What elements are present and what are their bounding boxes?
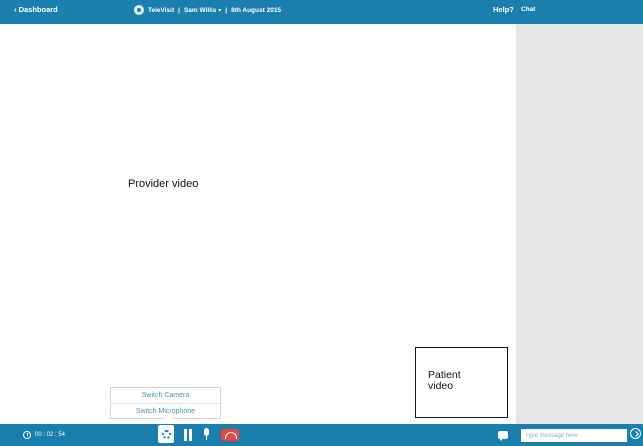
call-timer: 00 : 02 : 54 bbox=[23, 431, 65, 439]
microphone-icon bbox=[203, 428, 209, 436]
chat-input-bar bbox=[516, 424, 643, 446]
top-bar: ‹ Dashboard TeleVisit | Sam Willis ▾ | 8… bbox=[0, 0, 516, 24]
session-info: TeleVisit | Sam Willis ▾ | 8th August 20… bbox=[134, 5, 281, 15]
menu-pointer bbox=[163, 418, 173, 423]
chat-panel: Chat bbox=[516, 0, 643, 446]
microphone-button[interactable] bbox=[202, 428, 210, 442]
app-name: TeleVisit bbox=[148, 6, 175, 14]
app-logo-icon bbox=[134, 5, 144, 15]
back-link-label: ‹ Dashboard bbox=[14, 5, 58, 14]
chat-title: Chat bbox=[516, 0, 643, 24]
clock-icon bbox=[23, 431, 31, 439]
dashboard-back-link[interactable]: ‹ Dashboard bbox=[14, 5, 58, 14]
chevron-down-icon: ▾ bbox=[218, 7, 222, 14]
switch-camera-item[interactable]: Switch Camera bbox=[111, 388, 220, 403]
patient-video: Patient video bbox=[415, 347, 508, 418]
chat-message-input[interactable] bbox=[521, 429, 627, 442]
help-link[interactable]: Help? bbox=[493, 5, 514, 14]
end-call-button[interactable] bbox=[221, 429, 239, 441]
session-date: 8th August 2015 bbox=[231, 6, 282, 14]
send-message-icon[interactable] bbox=[630, 428, 641, 439]
call-control-bar: 00 : 02 : 54 bbox=[0, 424, 516, 446]
switch-microphone-item[interactable]: Switch Microphone bbox=[111, 403, 220, 418]
device-settings-menu: Switch Camera Switch Microphone bbox=[110, 387, 221, 423]
provider-video-label: Provider video bbox=[128, 178, 199, 190]
user-menu[interactable]: Sam Willis ▾ bbox=[184, 7, 221, 14]
settings-button[interactable] bbox=[158, 425, 174, 443]
patient-video-label: Patient video bbox=[428, 369, 461, 392]
chat-toggle-button[interactable] bbox=[498, 431, 508, 441]
pause-button[interactable] bbox=[184, 428, 194, 442]
call-timer-value: 00 : 02 : 54 bbox=[35, 432, 66, 438]
user-name: Sam Willis bbox=[183, 6, 217, 14]
gear-icon bbox=[161, 429, 171, 439]
pause-icon bbox=[184, 429, 187, 441]
